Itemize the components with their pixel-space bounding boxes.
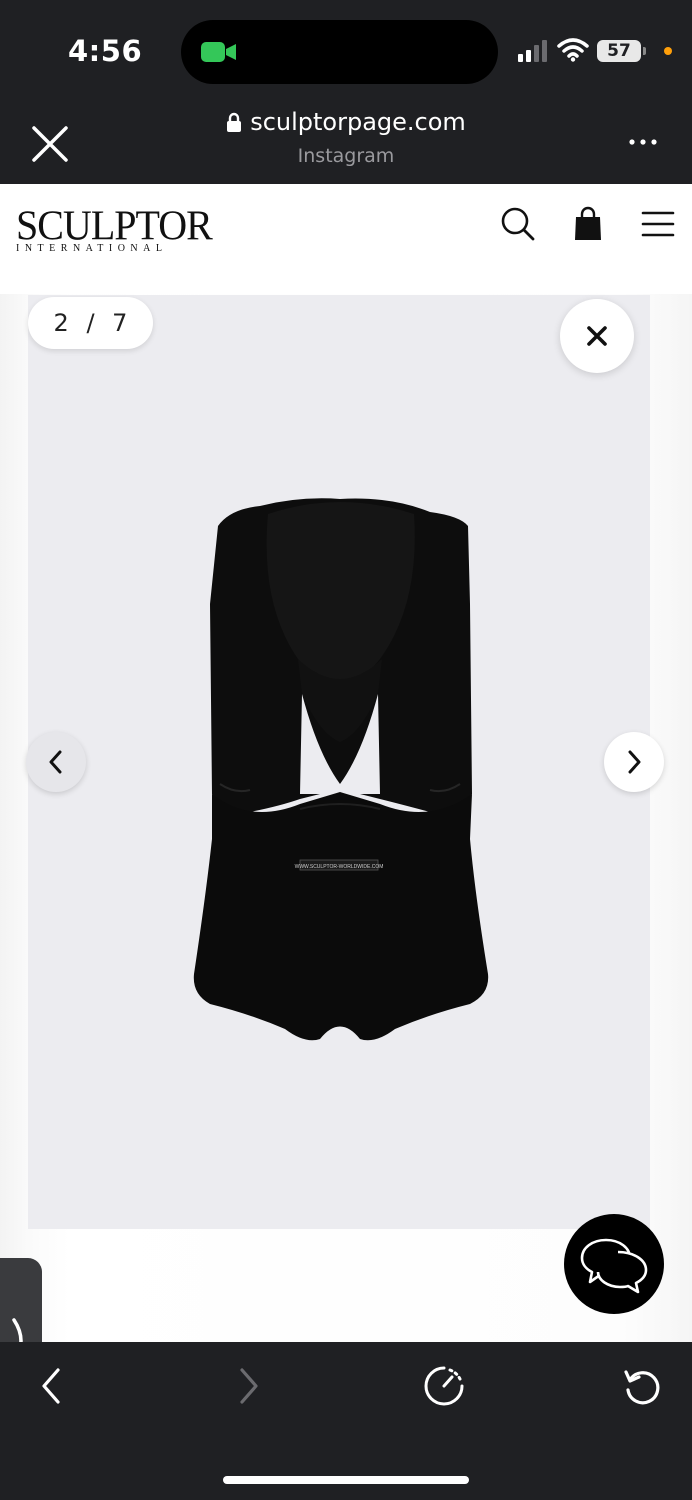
back-icon[interactable]	[30, 1364, 74, 1408]
chat-bubbles-icon	[580, 1238, 648, 1294]
speed-dial-icon[interactable]	[422, 1364, 466, 1408]
hamburger-menu-icon[interactable]	[640, 206, 676, 242]
forward-icon[interactable]	[226, 1364, 270, 1408]
url-text: sculptorpage.com	[250, 108, 466, 136]
battery-indicator: 57	[597, 40, 641, 62]
url-display[interactable]: sculptorpage.com	[0, 108, 692, 137]
product-image-hooded-bodysuit: WWW.SCULPTOR-WORLDWIDE.COM	[193, 498, 489, 1041]
shopping-bag-icon[interactable]	[570, 206, 606, 242]
image-counter: 2 / 7	[28, 297, 153, 349]
more-options-icon[interactable]	[628, 130, 658, 154]
browser-source-label: Instagram	[297, 145, 395, 167]
site-logo[interactable]: SCULPTOR INTERNATIONAL	[16, 201, 213, 256]
chevron-right-icon	[628, 750, 641, 774]
status-time: 4:56	[68, 34, 143, 68]
home-indicator	[223, 1476, 469, 1484]
privacy-indicator-dot	[664, 47, 672, 55]
lock-icon	[227, 112, 242, 132]
cellular-signal-icon	[518, 40, 547, 62]
next-image-button[interactable]	[604, 732, 664, 792]
close-icon	[587, 326, 607, 346]
reload-icon[interactable]	[620, 1364, 664, 1408]
battery-tip	[643, 47, 646, 55]
chevron-left-icon	[49, 750, 62, 774]
previous-image-button[interactable]	[26, 732, 86, 792]
product-label-tag: WWW.SCULPTOR-WORLDWIDE.COM	[295, 864, 384, 870]
search-icon[interactable]	[500, 206, 536, 242]
web-page: SCULPTOR INTERNATIONAL WWW.SCULPTOR-WORL…	[0, 184, 692, 1342]
close-gallery-button[interactable]	[560, 299, 634, 373]
logo-wordmark: SCULPTOR	[16, 201, 213, 250]
dynamic-island	[181, 20, 498, 84]
chat-button[interactable]	[564, 1214, 664, 1314]
facetime-camera-icon	[201, 42, 236, 62]
wifi-icon	[557, 38, 589, 62]
